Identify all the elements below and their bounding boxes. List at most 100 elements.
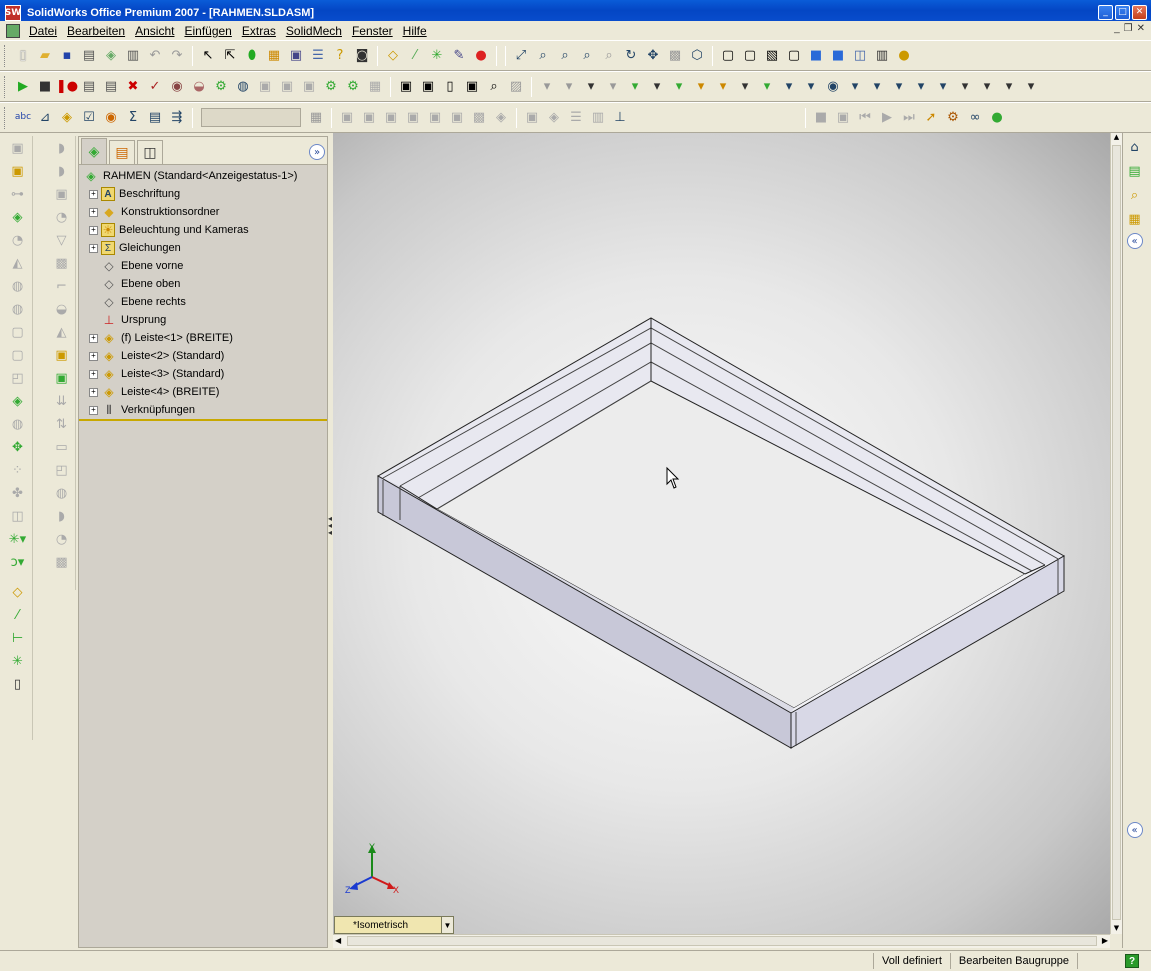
filter-22-icon[interactable]: ▾ (999, 77, 1019, 97)
check-icon[interactable]: ☑ (79, 108, 99, 128)
menu-fenster[interactable]: Fenster (347, 24, 398, 38)
chamfer-icon[interactable]: ⌐ (51, 275, 73, 297)
menu-solidmech[interactable]: SolidMech (281, 24, 347, 38)
graphics-viewport[interactable]: Y X Z (333, 133, 1110, 934)
point-tool-icon[interactable]: ✳ (427, 46, 447, 66)
tree-item-ebene-oben[interactable]: ◇ Ebene oben (79, 275, 327, 293)
play-macro-icon[interactable]: ▶ (13, 77, 33, 97)
shaded-with-edges-icon[interactable]: ▢ (784, 46, 804, 66)
linear-pattern-icon[interactable]: ⁘ (7, 459, 29, 481)
filter-21-icon[interactable]: ▾ (977, 77, 997, 97)
toolbar-grip[interactable] (4, 75, 8, 98)
menu-bearbeiten[interactable]: Bearbeiten (62, 24, 130, 38)
print-preview-icon[interactable]: ▥ (123, 46, 143, 66)
filter-20-icon[interactable]: ▾ (955, 77, 975, 97)
configuration-combo[interactable] (201, 108, 301, 127)
sheet-metal-1-icon[interactable]: ▣ (337, 108, 357, 128)
toolbox-icon[interactable]: ◒ (189, 77, 209, 97)
filter-8-icon[interactable]: ▾ (691, 77, 711, 97)
filter-4-icon[interactable]: ▾ (603, 77, 623, 97)
toolbar-grip[interactable] (4, 106, 8, 129)
scroll-left-icon[interactable]: ◀ (335, 936, 341, 945)
configuration-manager-tab[interactable]: ◫ (137, 140, 163, 164)
filter-17-icon[interactable]: ▾ (889, 77, 909, 97)
vertical-scroll-thumb[interactable] (1112, 145, 1121, 920)
toolbar-grip[interactable] (4, 44, 8, 67)
vba-icon[interactable]: ✓ (145, 77, 165, 97)
addin-icon[interactable]: ◉ (167, 77, 187, 97)
weldment-5-icon[interactable]: ⊥ (610, 108, 630, 128)
explode-line-icon[interactable]: ◍ (7, 298, 29, 320)
minimize-button[interactable]: _ (1098, 5, 1113, 20)
fillet-icon[interactable]: ▩ (51, 252, 73, 274)
record-macro-icon[interactable]: ❚● (56, 77, 78, 97)
expand-toggle[interactable]: + (89, 369, 98, 379)
filter-15-icon[interactable]: ▾ (845, 77, 865, 97)
interference-check-icon[interactable]: ▢ (7, 321, 29, 343)
tree-item-leiste-2[interactable]: + ◈ Leiste<2> (Standard) (79, 347, 327, 365)
toolbox-bolt-icon[interactable]: ● (987, 108, 1007, 128)
rebuild-icon[interactable]: ⬮ (242, 46, 262, 66)
expand-toggle[interactable]: + (89, 387, 98, 397)
anim-last-icon[interactable]: ⏭ (899, 108, 919, 128)
dome-icon[interactable]: ⇊ (51, 390, 73, 412)
new-part-icon[interactable]: ▣ (7, 160, 29, 182)
assembly-feature-5-icon[interactable]: ⚙ (343, 77, 363, 97)
assembly-feature-1-icon[interactable]: ▣ (255, 77, 275, 97)
display-6-icon[interactable]: ▨ (506, 77, 526, 97)
scroll-down-icon[interactable]: ▼ (1111, 924, 1122, 934)
collapse-bottom-button[interactable]: « (1126, 822, 1143, 838)
point-icon[interactable]: ✳ (7, 650, 29, 672)
horizontal-scrollbar[interactable]: ◀ ▶ (333, 934, 1110, 948)
window-tile-icon[interactable]: ▣ (286, 46, 306, 66)
pin-icon[interactable]: ➚ (921, 108, 941, 128)
sheet-metal-3-icon[interactable]: ▣ (381, 108, 401, 128)
expand-toggle[interactable]: + (89, 333, 98, 343)
insert-component-icon[interactable]: ▣ (7, 137, 29, 159)
redo-icon[interactable]: ↷ (167, 46, 187, 66)
anim-first-icon[interactable]: ⏮ (855, 108, 875, 128)
coordinate-system-icon[interactable]: ⊢ (7, 627, 29, 649)
axis-tool-icon[interactable]: ⁄ (405, 46, 425, 66)
sheet-metal-8-icon[interactable]: ◈ (491, 108, 511, 128)
revolve-icon[interactable]: ◗ (51, 160, 73, 182)
wrap-icon[interactable]: ▭ (51, 436, 73, 458)
weldment-2-icon[interactable]: ◈ (544, 108, 564, 128)
tree-item-ebene-rechts[interactable]: ◇ Ebene rechts (79, 293, 327, 311)
display-4-icon[interactable]: ▣ (462, 77, 482, 97)
menu-ansicht[interactable]: Ansicht (130, 24, 179, 38)
scroll-up-icon[interactable]: ▲ (1111, 133, 1122, 143)
tree-item-ebene-vorne[interactable]: ◇ Ebene vorne (79, 257, 327, 275)
view-palette-icon[interactable]: ▦ (1125, 209, 1145, 229)
tree-item-leiste-3[interactable]: + ◈ Leiste<3> (Standard) (79, 365, 327, 383)
chevron-down-icon[interactable]: ▼ (441, 917, 453, 933)
assembly-feature-icon[interactable]: ◍ (7, 413, 29, 435)
expand-panel-button[interactable]: » (309, 144, 325, 160)
edit-component-icon[interactable]: ◈ (7, 390, 29, 412)
stop-macro-icon[interactable]: ■ (35, 77, 55, 97)
document-icon[interactable] (6, 23, 20, 38)
hole-icon[interactable]: ▣ (51, 367, 73, 389)
menu-hilfe[interactable]: Hilfe (398, 24, 432, 38)
axis-icon[interactable]: ⁄ (7, 604, 29, 626)
sheet-metal-6-icon[interactable]: ▣ (447, 108, 467, 128)
new-macro-icon[interactable]: ▤ (79, 77, 99, 97)
mate-icon[interactable]: ⊶ (7, 183, 29, 205)
select-icon[interactable]: ↖ (198, 46, 218, 66)
filter-19-icon[interactable]: ▾ (933, 77, 953, 97)
plane-tool-icon[interactable]: ◇ (383, 46, 403, 66)
sum-icon[interactable]: Σ (123, 108, 143, 128)
home-icon[interactable]: ⌂ (1125, 137, 1145, 157)
filter-7-icon[interactable]: ▾ (669, 77, 689, 97)
tree-item-leiste-4[interactable]: + ◈ Leiste<4> (BREITE) (79, 383, 327, 401)
zoom-area-icon[interactable]: ⌕ (555, 46, 575, 66)
tree-item-beschriftung[interactable]: + A Beschriftung (79, 185, 327, 203)
sheet-metal-4-icon[interactable]: ▣ (403, 108, 423, 128)
move-component-icon[interactable]: ◈ (7, 206, 29, 228)
wireframe-icon[interactable]: ▢ (718, 46, 738, 66)
scroll-right-icon[interactable]: ▶ (1102, 936, 1108, 945)
curves-icon[interactable]: ↄ▾ (7, 551, 29, 573)
filter-12-icon[interactable]: ▾ (779, 77, 799, 97)
sheet-metal-7-icon[interactable]: ▩ (469, 108, 489, 128)
filter-14-icon[interactable]: ◉ (823, 77, 843, 97)
